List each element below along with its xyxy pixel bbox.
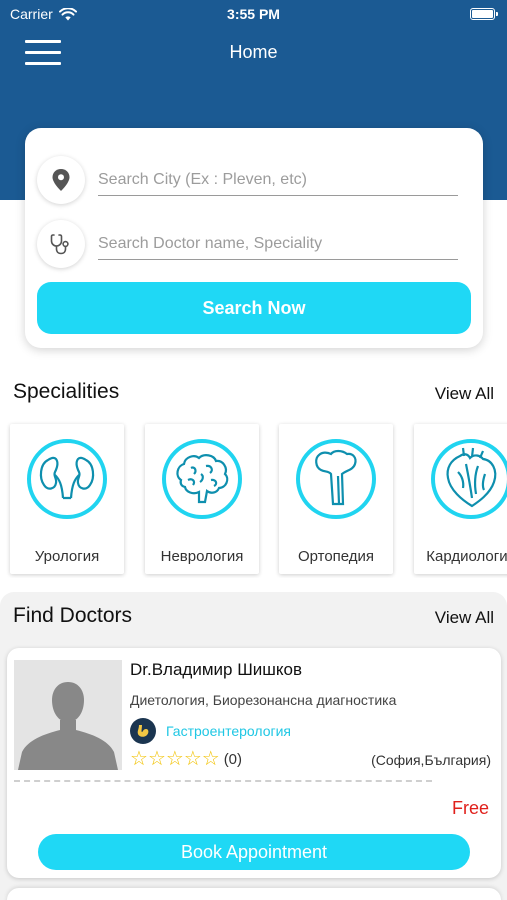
speciality-label: Ортопедия (297, 548, 375, 565)
book-appointment-button[interactable]: Book Appointment (38, 834, 470, 870)
doctor-search-input[interactable] (98, 228, 458, 260)
location-pin-icon (37, 156, 85, 204)
divider (14, 780, 432, 782)
search-card: Search Now (25, 128, 483, 348)
star-empty-icon: ☆ (183, 748, 202, 770)
specialities-view-all-link[interactable]: View All (435, 384, 494, 404)
doctor-avatar-placeholder (14, 660, 122, 770)
star-empty-icon: ☆ (130, 748, 148, 770)
doctor-search-row (37, 220, 471, 268)
battery-icon (470, 8, 498, 20)
rating-count: (0) (223, 750, 243, 768)
bone-icon (296, 439, 376, 519)
status-bar: Carrier 3:55 PM (0, 0, 507, 28)
doctor-speciality-label: Гастроентерология (166, 723, 292, 739)
speciality-card-neurology[interactable]: Неврология (145, 424, 259, 574)
doctor-card[interactable]: Dr.Владимир Шишков Диетология, Биорезона… (7, 648, 501, 878)
speciality-label: Неврология (160, 548, 244, 565)
navigation-bar: Home (0, 28, 507, 78)
battery-fill (472, 10, 493, 18)
speciality-label: Кардиология (426, 548, 507, 565)
specialities-carousel[interactable]: Урология Неврология Ортопедия Кардиологи… (0, 420, 507, 578)
brain-icon (162, 439, 242, 519)
doctor-card-partial[interactable] (7, 888, 501, 900)
find-doctors-view-all-link[interactable]: View All (435, 608, 494, 628)
doctor-location: (София,България) (371, 752, 491, 768)
specialities-header: Specialities View All (0, 378, 507, 408)
stethoscope-icon (37, 220, 85, 268)
doctor-description: Диетология, Биорезонансна диагностика (130, 692, 397, 708)
clock: 3:55 PM (227, 6, 280, 22)
stomach-icon (130, 718, 156, 744)
speciality-card-urology[interactable]: Урология (10, 424, 124, 574)
star-empty-icon: ☆ (147, 748, 166, 770)
page-title: Home (229, 42, 278, 62)
city-search-input[interactable] (98, 164, 458, 196)
search-now-button[interactable]: Search Now (37, 282, 471, 334)
city-search-row (37, 156, 471, 204)
doctor-speciality: Гастроентерология (130, 718, 291, 744)
speciality-card-orthopedics[interactable]: Ортопедия (279, 424, 393, 574)
doctor-name[interactable]: Dr.Владимир Шишков (130, 660, 302, 680)
price-label: Free (451, 798, 489, 818)
find-doctors-title: Find Doctors (13, 604, 133, 627)
kidneys-icon (27, 439, 107, 519)
heart-icon (431, 439, 507, 519)
star-empty-icon: ☆ (165, 748, 184, 770)
star-empty-icon: ☆ (201, 748, 220, 770)
find-doctors-header: Find Doctors View All (0, 602, 507, 632)
specialities-title: Specialities (13, 380, 120, 403)
speciality-card-cardiology[interactable]: Кардиология (414, 424, 507, 574)
speciality-label: Урология (34, 548, 100, 565)
doctor-rating: ☆ ☆ ☆ ☆ ☆ (0) (130, 749, 242, 769)
